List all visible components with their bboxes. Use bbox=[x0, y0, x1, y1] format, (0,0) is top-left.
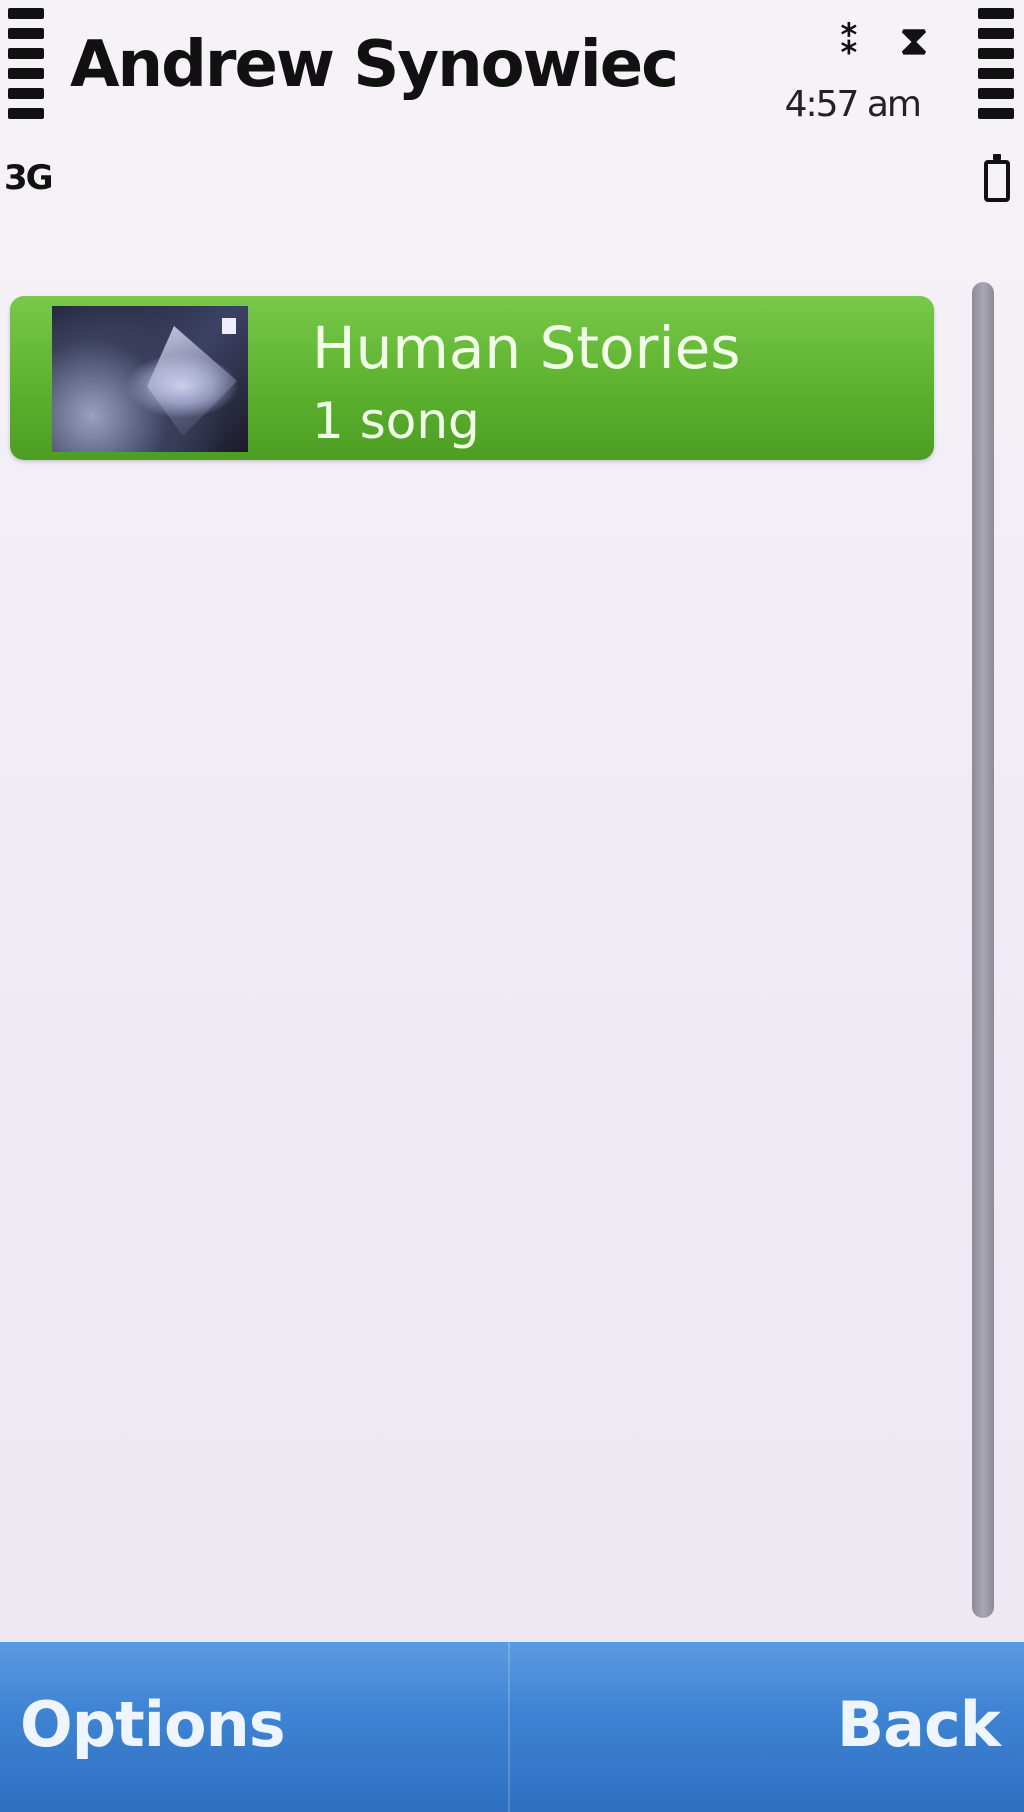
hourglass-icon: ⧗ bbox=[899, 18, 928, 64]
clock: 4:57 am bbox=[784, 84, 922, 125]
page-title: Andrew Synowiec bbox=[70, 28, 679, 102]
album-art-image bbox=[52, 306, 248, 452]
scrollbar[interactable] bbox=[972, 282, 994, 1618]
network-type-label: 3G bbox=[4, 158, 54, 198]
signal-strength-icon bbox=[8, 8, 44, 119]
softkey-divider bbox=[508, 1642, 510, 1812]
back-button[interactable]: Back bbox=[837, 1688, 1001, 1761]
battery-icon bbox=[984, 154, 1010, 202]
bluetooth-icon: ⁑ bbox=[838, 18, 860, 64]
list-item-title: Human Stories bbox=[312, 314, 741, 382]
status-indicators: ⁑ ⧗ bbox=[839, 18, 928, 64]
list-item-subtitle: 1 song bbox=[312, 392, 480, 450]
battery-level-icon bbox=[978, 8, 1014, 119]
options-button[interactable]: Options bbox=[20, 1688, 286, 1761]
screen: 3G Andrew Synowiec ⁑ ⧗ 4:57 am Human Sto… bbox=[0, 0, 1024, 1812]
list-item[interactable]: Human Stories 1 song bbox=[10, 296, 934, 460]
softkey-bar: Options Back bbox=[0, 1642, 1024, 1812]
